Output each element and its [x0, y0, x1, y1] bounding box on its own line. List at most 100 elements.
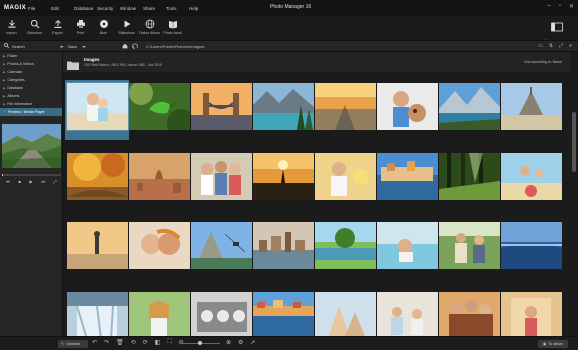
rotate-left-icon[interactable]: ⟲	[131, 339, 136, 346]
thumbnail[interactable]	[253, 222, 314, 269]
zoom-slider[interactable]	[180, 341, 220, 345]
sidebar-item-preview[interactable]: ▼ Preview / Media Player	[0, 108, 62, 116]
thumbnail[interactable]	[191, 153, 252, 200]
thumbnail[interactable]	[315, 222, 376, 269]
thumbnail[interactable]	[377, 222, 438, 269]
thumbnail[interactable]	[253, 83, 314, 130]
print-button[interactable]: Print	[69, 16, 92, 40]
media-browser: Images 183 Files/Folders | 486.3 MB | Ja…	[63, 52, 570, 339]
menu-file[interactable]: File	[28, 6, 51, 11]
zoom-in-icon[interactable]: ⊕	[226, 339, 231, 346]
sidebar-item-file-information[interactable]: ▶ File information	[0, 100, 62, 108]
thumbnail[interactable]	[439, 153, 500, 200]
thumbnail-grid	[63, 80, 570, 339]
thumbnail[interactable]	[501, 153, 562, 200]
close-icon[interactable]: ✕	[569, 3, 574, 10]
folder-path[interactable]: C:\Users\Public\Pictures\Images\	[146, 44, 204, 49]
thumbnail[interactable]	[315, 292, 376, 339]
sidebar-item-database[interactable]: ▶ Database	[0, 84, 62, 92]
thumbnail[interactable]	[377, 153, 438, 200]
menu-edit[interactable]: Edit	[51, 6, 74, 11]
thumbnail[interactable]	[67, 83, 128, 130]
fullscreen-icon[interactable]: ⤢	[53, 179, 56, 184]
vertical-scrollbar[interactable]	[570, 52, 578, 336]
thumbnail[interactable]	[129, 83, 190, 130]
thumbnail[interactable]	[315, 153, 376, 200]
maximize-icon[interactable]: ▫	[559, 3, 561, 10]
thumbnail[interactable]	[439, 292, 500, 339]
skip-forward-icon[interactable]: ⏭	[41, 179, 45, 184]
optimize-button[interactable]: ✎ Optimize	[58, 340, 88, 348]
minimize-icon[interactable]: –	[547, 3, 550, 10]
to-album-button[interactable]: ▣ To album	[538, 340, 568, 348]
photo-book-button[interactable]: Photo book	[161, 16, 184, 40]
sidebar-item-calendar[interactable]: ▶ Calendar	[0, 68, 62, 76]
selection-button[interactable]: Selection	[23, 16, 46, 40]
thumbnail[interactable]	[439, 83, 500, 130]
stop-icon[interactable]: ■	[19, 179, 21, 184]
thumbnail[interactable]	[129, 222, 190, 269]
rotate-right-icon[interactable]: ⟳	[143, 339, 148, 346]
home-icon[interactable]	[122, 43, 128, 50]
thumbnail[interactable]	[501, 83, 562, 130]
skip-back-icon[interactable]: ⏮	[6, 179, 10, 184]
view-tools: ▭ ⇅ ⤢ ≡	[538, 43, 572, 49]
thumbnail[interactable]	[191, 292, 252, 339]
thumbnail[interactable]	[67, 222, 128, 269]
thumbnail[interactable]	[501, 222, 562, 269]
thumbnail[interactable]	[501, 292, 562, 339]
sidebar-item-photos-videos[interactable]: ▶ Photos & Videos	[0, 60, 62, 68]
back-label[interactable]: Back	[68, 44, 77, 49]
search-field[interactable]: Search	[0, 43, 60, 49]
sort-dropdown[interactable]: Sort according to: Name	[524, 60, 562, 64]
collapse-arrow-icon: ▼	[3, 110, 6, 114]
thumbnail[interactable]	[67, 292, 128, 339]
menu-database[interactable]: Database	[74, 6, 97, 11]
play-icon[interactable]: ▶	[30, 179, 33, 184]
burn-button[interactable]: Burn	[92, 16, 115, 40]
thumbnail[interactable]	[377, 83, 438, 130]
thumbnail[interactable]	[191, 222, 252, 269]
sidebar-item-albums[interactable]: ▶ Albums	[0, 92, 62, 100]
menu-security[interactable]: Security	[97, 6, 120, 11]
app-logo: MAGIX	[4, 5, 27, 11]
menu-share[interactable]: Share	[143, 6, 166, 11]
scrollbar-thumb[interactable]	[572, 112, 576, 172]
settings-icon[interactable]: ⚙	[238, 339, 243, 346]
thumbnail[interactable]	[377, 292, 438, 339]
playback-slider[interactable]	[2, 174, 61, 176]
disc-icon	[99, 19, 109, 29]
menu-icon[interactable]: ≡	[569, 43, 572, 49]
folder-up-icon[interactable]	[132, 43, 138, 50]
monitor-icon[interactable]: ▭	[538, 43, 543, 49]
thumbnail[interactable]	[315, 83, 376, 130]
menu-help[interactable]: Help	[189, 6, 212, 11]
zoom-slider-knob[interactable]	[198, 341, 202, 345]
sidebar-item-categories[interactable]: ▶ Categories	[0, 76, 62, 84]
menu-window[interactable]: Window	[120, 6, 143, 11]
sort-icon[interactable]: ⇅	[549, 43, 553, 49]
sidebar-item-folder[interactable]: ▶ Folder	[0, 52, 62, 60]
thumbnail[interactable]	[191, 83, 252, 130]
undo-icon[interactable]: ↶	[92, 339, 97, 346]
search-icon	[4, 43, 10, 49]
thumbnail[interactable]	[67, 153, 128, 200]
thumbnail[interactable]	[253, 292, 314, 339]
thumbnail[interactable]	[439, 222, 500, 269]
redo-icon[interactable]: ↷	[104, 339, 109, 346]
thumbnail[interactable]	[129, 292, 190, 339]
menu-tools[interactable]: Tools	[166, 6, 189, 11]
import-button[interactable]: Import	[0, 16, 23, 40]
slideshow-button[interactable]: Slideshow	[115, 16, 138, 40]
compare-icon[interactable]: ◧	[155, 339, 161, 346]
forward-arrow-icon[interactable]: ➡	[82, 44, 85, 49]
fullscreen-icon[interactable]: ⤢	[559, 43, 563, 49]
online-album-button[interactable]: Online Album	[138, 16, 161, 40]
share-icon[interactable]: ➚	[250, 339, 255, 346]
export-button[interactable]: Export	[46, 16, 69, 40]
thumbnail[interactable]	[253, 153, 314, 200]
back-arrow-icon[interactable]: ⬅	[60, 44, 63, 49]
delete-icon[interactable]: 🗑	[116, 339, 124, 346]
fit-icon[interactable]: ⛶	[167, 339, 171, 346]
thumbnail[interactable]	[129, 153, 190, 200]
